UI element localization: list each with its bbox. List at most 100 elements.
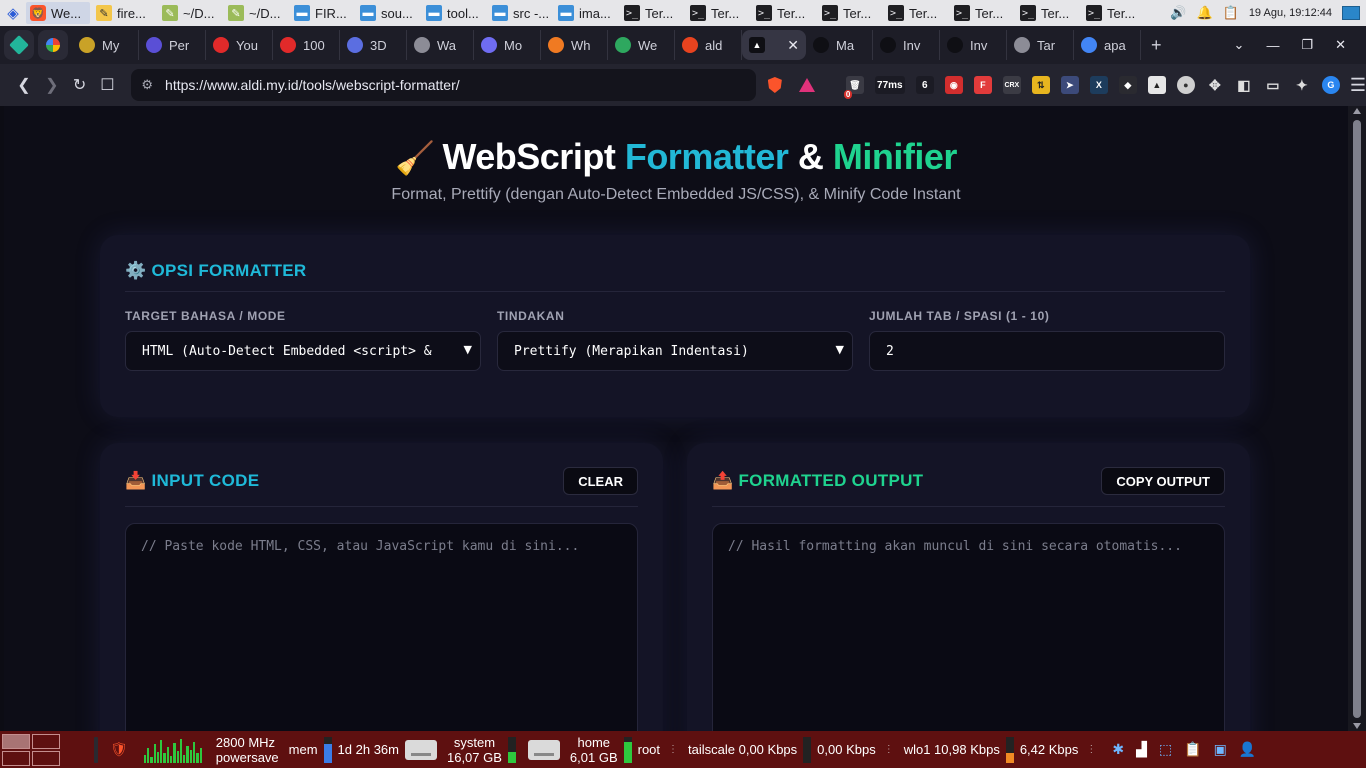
trash-extension-icon[interactable]: 🗑 0 <box>843 76 864 99</box>
taskbar-item[interactable]: ▬ src -... <box>488 2 552 24</box>
taskbar-item[interactable]: ▬ ima... <box>554 2 618 24</box>
taskbar-item[interactable]: 🦁 We... <box>26 2 90 24</box>
indent-input[interactable]: 2 <box>869 331 1225 371</box>
clipboard-icon[interactable]: 📋 <box>1223 5 1239 21</box>
sidebar-toggle-icon[interactable]: ◧ <box>1235 76 1253 94</box>
taskbar-item[interactable]: >_ Ter... <box>1016 2 1080 24</box>
mask-extension-icon[interactable]: ◆ <box>1118 76 1137 94</box>
circle-extension-icon[interactable]: ● <box>1176 76 1195 94</box>
taskbar-item[interactable]: ▬ FIR... <box>290 2 354 24</box>
color-extension-icon[interactable]: ◉ <box>944 76 963 94</box>
close-tab-icon[interactable]: ✕ <box>787 37 799 54</box>
page-scrollbar[interactable] <box>1348 106 1366 731</box>
x-extension-icon[interactable]: X <box>1089 76 1108 94</box>
taskbar-item[interactable]: >_ Ter... <box>752 2 816 24</box>
scroll-up-arrow-icon[interactable] <box>1353 108 1361 114</box>
url-field[interactable]: ⚙ https://www.aldi.my.id/tools/webscript… <box>131 69 756 101</box>
tab-search-chevron-icon[interactable]: ⌄ <box>1234 37 1245 53</box>
tab[interactable]: You <box>206 30 273 60</box>
getcrx-extension-icon[interactable]: CRX <box>1002 76 1021 94</box>
notification-bell-icon[interactable]: 🔔 <box>1196 5 1212 21</box>
app-launcher-icon[interactable]: ◈ <box>0 0 26 26</box>
new-tab-button[interactable]: + <box>1151 35 1162 56</box>
leo-ai-icon[interactable]: ✦ <box>1293 76 1311 94</box>
scroll-down-arrow-icon[interactable] <box>1353 723 1361 729</box>
taskbar-item[interactable]: ✎ fire... <box>92 2 156 24</box>
tab[interactable]: Tar <box>1007 30 1074 60</box>
brave-shield-icon[interactable] <box>762 71 788 99</box>
clear-button[interactable]: CLEAR <box>563 467 638 495</box>
user-name: root <box>637 742 661 757</box>
tab[interactable]: Wa <box>407 30 474 60</box>
workspace-2[interactable] <box>32 733 60 749</box>
reload-button[interactable]: ↻ <box>66 70 94 100</box>
bluetooth-icon[interactable]: ✱ <box>1112 741 1124 758</box>
tab[interactable]: My <box>72 30 139 60</box>
tab[interactable]: apa <box>1074 30 1141 60</box>
screen-tray-icon[interactable]: ▣ <box>1214 741 1227 758</box>
pinned-tab-photos-icon[interactable] <box>38 30 68 60</box>
tab-active[interactable]: ▲ ✕ <box>742 30 806 60</box>
show-desktop-icon[interactable] <box>1342 6 1360 20</box>
tab[interactable]: Inv <box>873 30 940 60</box>
profile-avatar-icon[interactable]: G <box>1321 76 1340 94</box>
mode-select[interactable]: HTML (Auto-Detect Embedded <script> & ▼ <box>125 331 481 371</box>
flag-extension-icon[interactable]: F <box>973 76 992 94</box>
workspace-3[interactable] <box>2 750 30 766</box>
forward-button[interactable]: ❯ <box>38 70 66 100</box>
output-code-textarea[interactable]: // Hasil formatting akan muncul di sini … <box>712 523 1225 731</box>
taskbar-item[interactable]: ▬ sou... <box>356 2 420 24</box>
taskbar-item[interactable]: ✎ ~/D... <box>158 2 222 24</box>
taskbar-item[interactable]: >_ Ter... <box>884 2 948 24</box>
tab[interactable]: Ma <box>806 30 873 60</box>
taskbar-item[interactable]: >_ Ter... <box>620 2 684 24</box>
action-select[interactable]: Prettify (Merapikan Indentasi) ▼ <box>497 331 853 371</box>
tab[interactable]: Mo <box>474 30 541 60</box>
tab[interactable]: 3D <box>340 30 407 60</box>
wifi-signal-icon[interactable]: ▟ <box>1136 741 1147 758</box>
brave-rewards-icon[interactable] <box>794 71 820 99</box>
tab[interactable]: 100 <box>273 30 340 60</box>
clock[interactable]: 19 Agu, 19:12:44 <box>1249 7 1332 19</box>
url-text[interactable]: https://www.aldi.my.id/tools/webscript-f… <box>165 77 756 93</box>
ping-extension-icon[interactable]: 77ms <box>874 76 905 94</box>
close-window-button[interactable]: ✕ <box>1335 37 1346 53</box>
taskbar-item[interactable]: >_ Ter... <box>686 2 750 24</box>
taskbar-item[interactable]: ▬ tool... <box>422 2 486 24</box>
minimize-button[interactable]: — <box>1266 38 1279 53</box>
workspace-switcher[interactable] <box>2 733 60 766</box>
brave-tray-icon[interactable]: 🛡 <box>110 741 128 758</box>
user-tray-icon[interactable]: 👤 <box>1239 741 1256 758</box>
network-manager-icon[interactable]: ⬚ <box>1159 741 1172 758</box>
wallet-icon[interactable]: ▭ <box>1264 76 1282 94</box>
text-extension-icon[interactable]: 6 <box>915 76 934 94</box>
bookmark-icon[interactable]: ☐ <box>94 70 122 100</box>
taskbar-item[interactable]: >_ Ter... <box>818 2 882 24</box>
tab[interactable]: Wh <box>541 30 608 60</box>
cursor-extension-icon[interactable]: ➤ <box>1060 76 1079 94</box>
tab[interactable]: We <box>608 30 675 60</box>
clipboard-tray-icon[interactable]: 📋 <box>1184 741 1201 758</box>
puzzle-extensions-icon[interactable]: ✥ <box>1206 76 1224 94</box>
site-settings-icon[interactable]: ⚙ <box>141 77 153 93</box>
tab-label: Per <box>169 37 190 53</box>
back-button[interactable]: ❮ <box>10 70 38 100</box>
workspace-4[interactable] <box>32 750 60 766</box>
taskbar-item[interactable]: >_ Ter... <box>1082 2 1146 24</box>
tab[interactable]: Per <box>139 30 206 60</box>
tab[interactable]: ald <box>675 30 742 60</box>
taskbar-item[interactable]: >_ Ter... <box>950 2 1014 24</box>
volume-icon[interactable]: 🔊 <box>1170 5 1186 21</box>
workspace-1[interactable] <box>2 733 30 749</box>
copy-output-button[interactable]: COPY OUTPUT <box>1101 467 1225 495</box>
tab[interactable]: Inv <box>940 30 1007 60</box>
taskbar-item[interactable]: ✎ ~/D... <box>224 2 288 24</box>
pinned-tab-teal-icon[interactable] <box>4 30 34 60</box>
arrow-extension-icon[interactable]: ⇅ <box>1031 76 1050 94</box>
scrollbar-thumb[interactable] <box>1353 120 1361 718</box>
maximize-button[interactable]: ❐ <box>1301 37 1313 53</box>
triangle-extension-icon[interactable]: ▲ <box>1147 76 1166 94</box>
memory-label: mem <box>288 742 318 757</box>
input-code-textarea[interactable]: // Paste kode HTML, CSS, atau JavaScript… <box>125 523 638 731</box>
browser-menu-icon[interactable]: ☰ <box>1350 75 1366 96</box>
